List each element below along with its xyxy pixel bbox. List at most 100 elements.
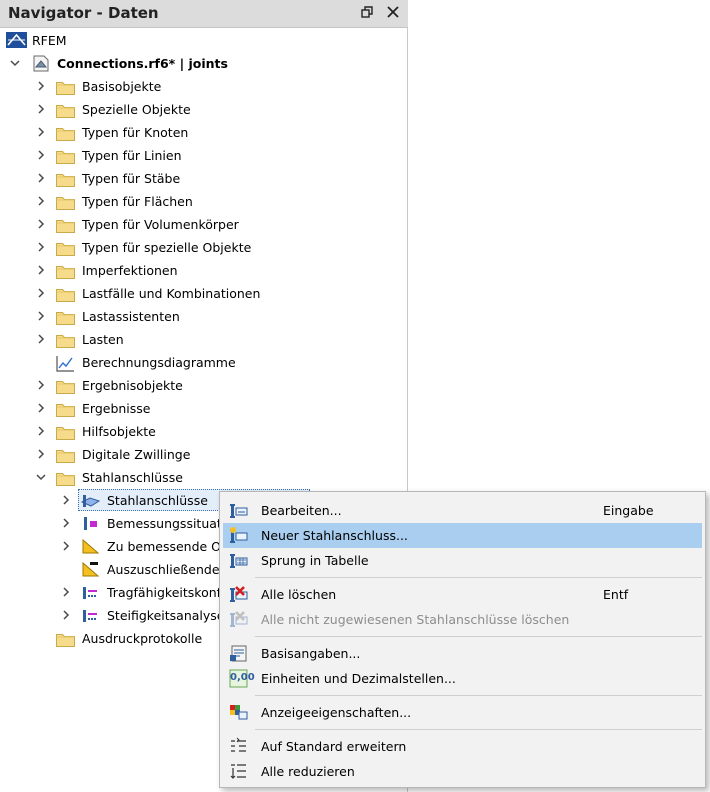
units-decimals-menu-item[interactable]: 0,00 Einheiten und Dezimalstellen...	[223, 666, 702, 691]
menu-item-label: Bearbeiten...	[261, 503, 342, 518]
excluded-object-icon	[81, 561, 100, 578]
chevron-down-icon[interactable]	[35, 466, 47, 489]
tree-item[interactable]: Lastassistenten	[0, 305, 400, 328]
tree-root-rfem[interactable]: RFEM	[0, 29, 400, 52]
tree-item-label: Typen für Knoten	[82, 125, 189, 140]
tree-item[interactable]: Lastfälle und Kombinationen	[0, 282, 400, 305]
tree-item[interactable]: Typen für Stäbe	[0, 167, 400, 190]
chevron-right-icon[interactable]	[60, 581, 72, 604]
chevron-right-icon[interactable]	[35, 420, 47, 443]
tree-item-label: Digitale Zwillinge	[82, 447, 191, 462]
chevron-right-icon[interactable]	[35, 397, 47, 420]
edit-menu-item[interactable]: Bearbeiten... Eingabe	[223, 498, 702, 523]
chevron-right-icon[interactable]	[35, 190, 47, 213]
tree-item[interactable]: Typen für Knoten	[0, 121, 400, 144]
menu-item-label: Alle reduzieren	[261, 764, 355, 779]
chevron-right-icon[interactable]	[35, 374, 47, 397]
folder-icon	[56, 309, 75, 325]
folder-icon	[56, 424, 75, 440]
menu-separator	[255, 695, 702, 696]
menu-separator	[255, 729, 702, 730]
close-panel-icon[interactable]	[383, 4, 403, 24]
folder-icon	[56, 79, 75, 95]
folder-icon	[56, 217, 75, 233]
tree-item[interactable]: Typen für Flächen	[0, 190, 400, 213]
chevron-right-icon[interactable]	[35, 259, 47, 282]
delete-all-menu-item[interactable]: Alle löschen Entf	[223, 582, 702, 607]
chevron-right-icon[interactable]	[35, 144, 47, 167]
folder-icon	[56, 171, 75, 187]
edit-icon	[229, 501, 248, 520]
folder-icon	[56, 332, 75, 348]
chevron-right-icon[interactable]	[35, 121, 47, 144]
new-joint-icon	[229, 526, 248, 545]
tree-item[interactable]: Ergebnisse	[0, 397, 400, 420]
display-properties-menu-item[interactable]: Anzeigeeigenschaften...	[223, 700, 702, 725]
chevron-right-icon[interactable]	[35, 213, 47, 236]
chevron-right-icon[interactable]	[35, 98, 47, 121]
chevron-right-icon[interactable]	[60, 535, 72, 558]
menu-item-label: Sprung in Tabelle	[261, 553, 369, 568]
tree-item[interactable]: Ergebnisobjekte	[0, 374, 400, 397]
basic-data-icon	[229, 644, 248, 663]
delete-unassigned-menu-item[interactable]: Alle nicht zugewiesenen Stahlanschlüsse …	[223, 607, 702, 632]
tree-item[interactable]: Typen für spezielle Objekte	[0, 236, 400, 259]
tree-item-label: Typen für spezielle Objekte	[82, 240, 252, 255]
tree-item-label: Basisobjekte	[82, 79, 162, 94]
chevron-right-icon[interactable]	[60, 512, 72, 535]
tree-item-label: Ergebnisse	[82, 401, 151, 416]
tree-item[interactable]: Basisobjekte	[0, 75, 400, 98]
chevron-right-icon[interactable]	[60, 489, 72, 512]
ultimate-config-icon	[81, 584, 100, 601]
tree-item-label: Berechnungsdiagramme	[82, 355, 236, 370]
folder-icon	[56, 378, 75, 394]
restore-window-icon[interactable]	[357, 4, 377, 24]
tree-child-label: Auszuschließende O	[107, 562, 234, 577]
tree-item[interactable]: Lasten	[0, 328, 400, 351]
tree-item[interactable]: Hilfsobjekte	[0, 420, 400, 443]
chevron-right-icon[interactable]	[35, 443, 47, 466]
context-menu: Bearbeiten... Eingabe Neuer Stahlanschluss…	[219, 491, 706, 788]
menu-item-label: Auf Standard erweitern	[261, 739, 407, 754]
folder-icon	[56, 401, 75, 417]
new-steel-joint-menu-item[interactable]: Neuer Stahlanschluss...	[223, 523, 702, 548]
table-icon	[229, 551, 248, 570]
tree-item[interactable]: Typen für Volumenkörper	[0, 213, 400, 236]
expand-default-menu-item[interactable]: Auf Standard erweitern	[223, 734, 702, 759]
menu-item-label: Anzeigeeigenschaften...	[261, 705, 412, 720]
basic-data-menu-item[interactable]: Basisangaben...	[223, 641, 702, 666]
tree-child-label: Stahlanschlüsse	[107, 493, 208, 508]
chevron-right-icon[interactable]	[35, 75, 47, 98]
chevron-right-icon[interactable]	[35, 328, 47, 351]
menu-item-label: Basisangaben...	[261, 646, 361, 661]
tree-item[interactable]: Stahlanschlüsse	[0, 466, 400, 489]
tree-item[interactable]: Spezielle Objekte	[0, 98, 400, 121]
tree-item[interactable]: Digitale Zwillinge	[0, 443, 400, 466]
expand-icon	[229, 737, 248, 756]
tree-item[interactable]: Typen für Linien	[0, 144, 400, 167]
chevron-down-icon[interactable]	[9, 52, 21, 75]
folder-icon	[56, 102, 75, 118]
folder-icon	[56, 240, 75, 256]
tree-item[interactable]: Berechnungsdiagramme	[0, 351, 400, 374]
tree-item-label: Typen für Stäbe	[82, 171, 181, 186]
chevron-right-icon[interactable]	[35, 167, 47, 190]
folder-icon	[56, 286, 75, 302]
folder-icon	[56, 125, 75, 141]
navigator-title: Navigator - Daten	[8, 4, 159, 22]
chevron-right-icon[interactable]	[35, 236, 47, 259]
chevron-right-icon[interactable]	[60, 604, 72, 627]
rfem-logo-icon	[6, 32, 27, 48]
design-object-icon	[81, 538, 100, 555]
jump-to-table-menu-item[interactable]: Sprung in Tabelle	[223, 548, 702, 573]
tree-item[interactable]: Imperfektionen	[0, 259, 400, 282]
model-file-icon	[32, 55, 50, 72]
tree-model-node[interactable]: Connections.rf6* | joints	[0, 52, 400, 75]
chevron-right-icon[interactable]	[35, 282, 47, 305]
chevron-right-icon[interactable]	[35, 305, 47, 328]
delete-icon	[229, 585, 248, 604]
collapse-all-menu-item[interactable]: Alle reduzieren	[223, 759, 702, 784]
collapse-icon	[229, 762, 248, 781]
folder-icon	[56, 447, 75, 463]
folder-icon	[56, 263, 75, 279]
